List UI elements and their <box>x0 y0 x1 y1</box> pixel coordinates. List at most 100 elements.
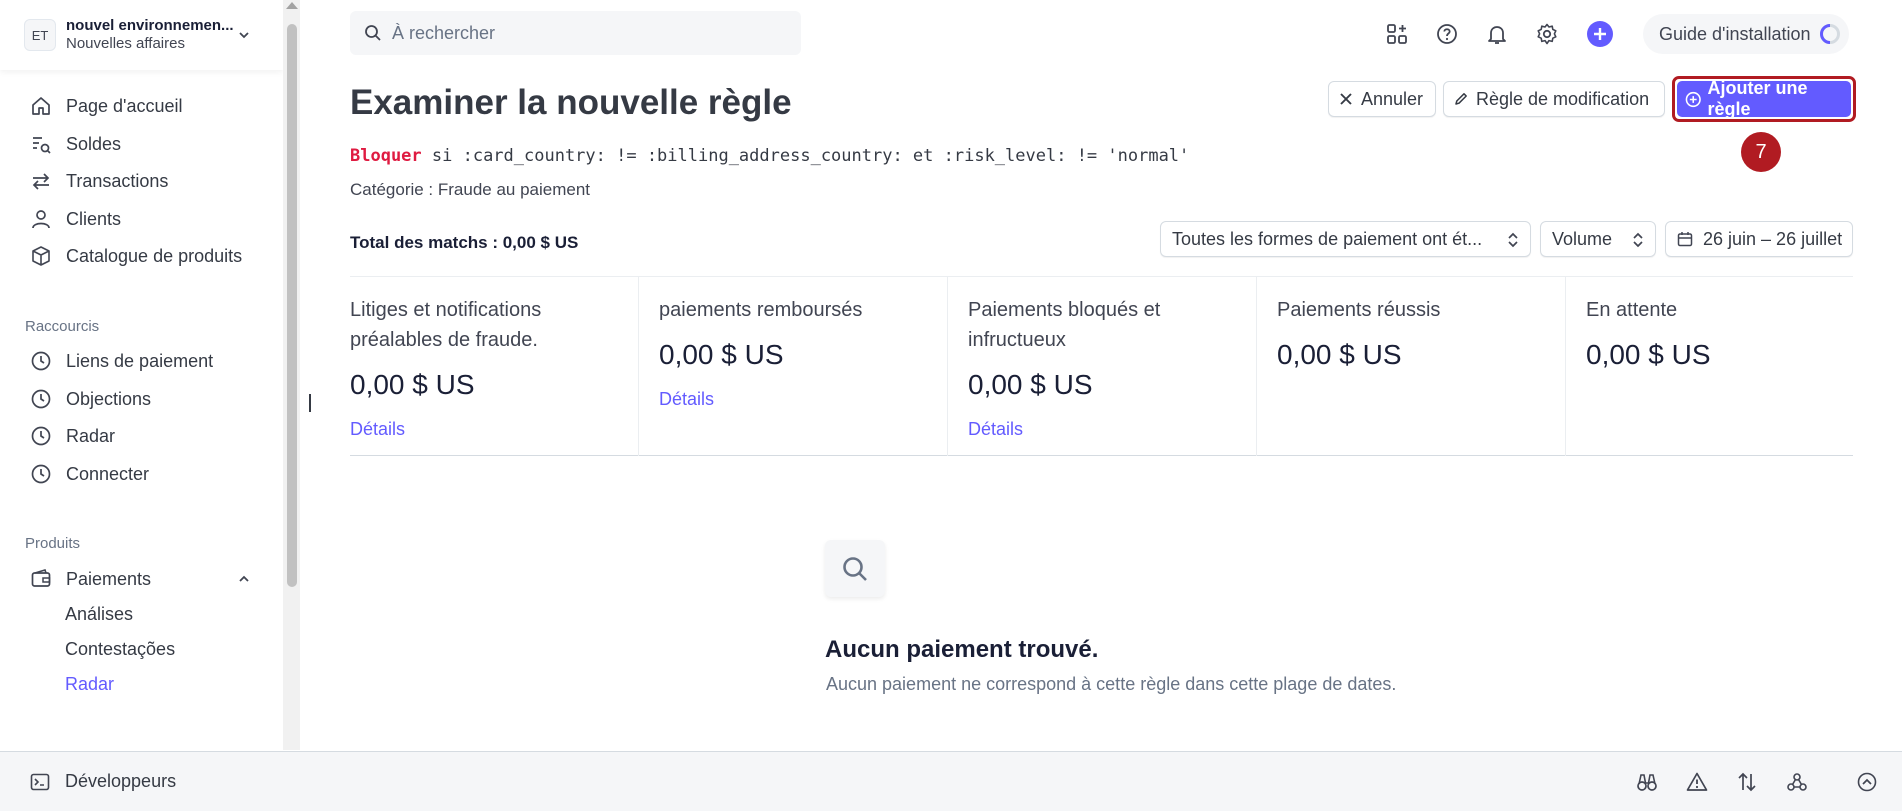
metric-label: paiements remboursés <box>659 299 863 321</box>
metric-value: Volume <box>1552 228 1613 249</box>
wallet-icon <box>31 569 51 587</box>
metric-label: Litiges et notifications préalables de f… <box>350 299 542 351</box>
sidebar-scrollbar[interactable] <box>283 0 300 750</box>
setup-guide-button[interactable]: Guide d'installation <box>1643 14 1849 54</box>
cancel-button[interactable]: Annuler <box>1328 81 1436 117</box>
clock-icon <box>31 464 51 484</box>
balances-icon <box>33 137 51 154</box>
bottom-bar: Développeurs <box>0 751 1902 811</box>
metric-details-link[interactable]: Détails <box>350 419 405 440</box>
binoculars-icon[interactable] <box>1636 771 1658 793</box>
page-title: Examiner la nouvelle règle <box>350 83 792 122</box>
empty-state-icon-box <box>825 540 885 597</box>
scrollbar-thumb[interactable] <box>287 24 297 587</box>
add-rule-button[interactable]: Ajouter une règle <box>1677 78 1851 119</box>
sidebar-item-connect[interactable]: Connecter <box>30 459 149 489</box>
apps-add-icon[interactable] <box>1385 22 1409 46</box>
setup-guide-label: Guide d'installation <box>1659 23 1811 44</box>
sidebar-item-payments[interactable]: Paiements <box>30 564 151 594</box>
empty-state-title: Aucun paiement trouvé. <box>825 636 1099 663</box>
sidebar-item-product-catalog[interactable]: Catalogue de produits <box>30 241 242 271</box>
sort-arrows-icon[interactable] <box>1736 771 1758 793</box>
transfer-arrows-icon <box>32 173 50 190</box>
account-avatar: ET <box>24 19 56 51</box>
metric-value: 0,00 $ US <box>1277 339 1402 370</box>
date-range-picker[interactable]: 26 juin – 26 juillet <box>1665 221 1853 257</box>
chevron-up-circle-icon[interactable] <box>1856 771 1878 793</box>
progress-ring-icon <box>1820 24 1840 44</box>
scroll-up-arrow[interactable] <box>286 2 298 9</box>
metric-value: 0,00 $ US <box>659 339 784 370</box>
account-business: Nouvelles affaires <box>66 35 185 52</box>
metric-select[interactable]: Volume <box>1540 221 1656 257</box>
search-icon <box>365 25 381 41</box>
edit-rule-label: Règle de modification <box>1476 88 1650 109</box>
sidebar-item-label: Radar <box>66 425 116 446</box>
chevron-down-icon <box>239 32 249 39</box>
sidebar-item-objections[interactable]: Objections <box>30 384 151 414</box>
sidebar-item-home[interactable]: Page d'accueil <box>30 91 183 121</box>
clock-icon <box>31 426 51 446</box>
text-cursor <box>309 394 311 412</box>
sidebar-item-label: Paiements <box>66 568 152 589</box>
sidebar-subitem-analytics[interactable]: Análises <box>65 604 133 625</box>
sidebar-item-label: Clients <box>66 208 122 229</box>
plus-circle-icon <box>1685 91 1701 107</box>
calendar-icon <box>1677 232 1693 247</box>
metric-details-link[interactable]: Détails <box>659 389 714 410</box>
clock-icon <box>31 351 51 371</box>
sidebar-item-payment-links[interactable]: Liens de paiement <box>30 346 213 376</box>
metric-refunded: paiements remboursés 0,00 $ US Détails <box>638 277 947 456</box>
step-badge: 7 <box>1741 132 1781 172</box>
sidebar-item-label: Liens de paiement <box>66 350 214 371</box>
account-switcher[interactable]: ET nouvel environnemen... Nouvelles affa… <box>0 0 283 70</box>
sidebar-item-transactions[interactable]: Transactions <box>30 166 168 196</box>
total-matches: Total des matchs : 0,00 $ US <box>350 233 579 252</box>
person-icon <box>32 210 50 229</box>
products-section-label: Produits <box>25 535 81 552</box>
sidebar-item-customers[interactable]: Clients <box>30 204 121 234</box>
box-icon <box>32 246 50 266</box>
sidebar-item-balances[interactable]: Soldes <box>30 129 121 159</box>
sidebar-item-label: Transactions <box>66 170 169 191</box>
search-icon <box>843 556 867 581</box>
sidebar-subitem-disputes[interactable]: Contestações <box>65 639 175 660</box>
chevron-up-icon[interactable] <box>237 572 251 586</box>
search-input[interactable]: À rechercher <box>350 11 801 55</box>
rule-expression: Bloquer si :card_country: != :billing_ad… <box>350 146 1189 166</box>
sidebar-item-label: Page d'accueil <box>66 95 183 116</box>
create-plus-button[interactable] <box>1587 21 1613 47</box>
metric-pending: En attente 0,00 $ US <box>1565 277 1853 456</box>
metric-succeeded: Paiements réussis 0,00 $ US <box>1256 277 1565 456</box>
help-icon[interactable] <box>1435 22 1459 46</box>
clock-icon <box>31 389 51 409</box>
payment-forms-select[interactable]: Toutes les formes de paiement ont ét... <box>1160 221 1531 257</box>
pencil-icon <box>1455 93 1467 105</box>
metrics-panel: Litiges et notifications préalables de f… <box>350 276 1853 456</box>
chevron-updown-icon <box>1633 232 1643 248</box>
warning-icon[interactable] <box>1686 771 1708 793</box>
gear-icon[interactable] <box>1535 22 1559 46</box>
terminal-icon <box>30 773 50 790</box>
sidebar-subitem-radar[interactable]: Radar <box>65 674 114 695</box>
sidebar-item-radar-shortcut[interactable]: Radar <box>30 421 115 451</box>
sidebar-item-label: Objections <box>66 388 152 409</box>
developers-button[interactable]: Développeurs <box>30 771 176 792</box>
add-rule-highlight: Ajouter une règle <box>1672 76 1856 122</box>
rule-condition: si :card_country: != :billing_address_co… <box>421 146 1190 166</box>
edit-rule-button[interactable]: Règle de modification <box>1443 81 1665 117</box>
plus-icon <box>1594 28 1606 40</box>
metric-details-link[interactable]: Détails <box>968 419 1023 440</box>
bell-icon[interactable] <box>1485 22 1509 46</box>
metric-value: 0,00 $ US <box>1586 339 1711 370</box>
metric-blocked: Paiements bloqués et infructueux 0,00 $ … <box>947 277 1256 456</box>
shortcuts-section-label: Raccourcis <box>25 318 100 335</box>
metric-disputes: Litiges et notifications préalables de f… <box>350 277 638 456</box>
add-rule-label: Ajouter une règle <box>1707 78 1808 119</box>
webhook-icon[interactable] <box>1786 771 1808 793</box>
close-icon <box>1340 93 1352 105</box>
rule-action-keyword: Bloquer <box>350 146 422 166</box>
sidebar: ET nouvel environnemen... Nouvelles affa… <box>0 0 300 750</box>
chevron-updown-icon <box>1508 232 1518 248</box>
empty-state-subtitle: Aucun paiement ne correspond à cette règ… <box>826 674 1397 694</box>
